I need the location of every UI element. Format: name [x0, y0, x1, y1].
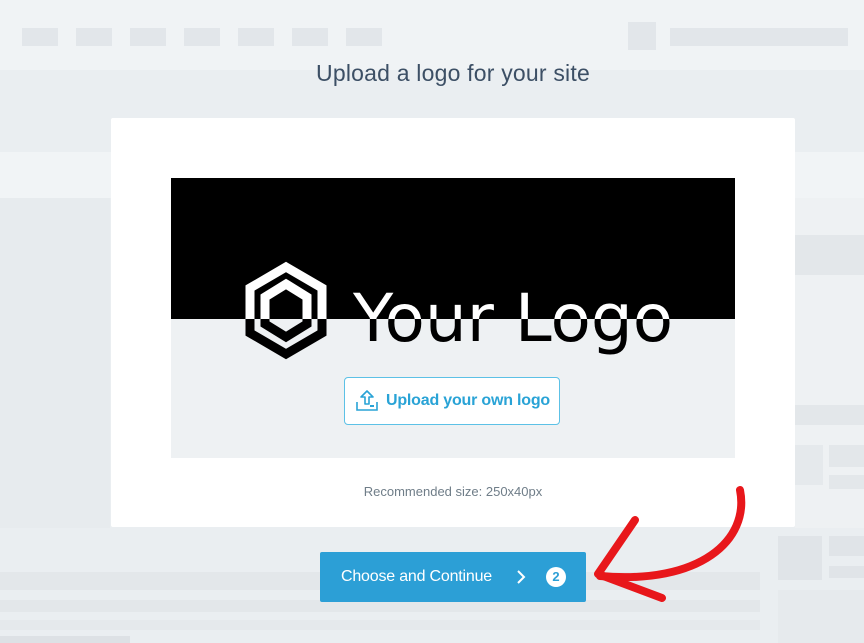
background-nav-block: [22, 28, 58, 46]
background-nav-block: [184, 28, 220, 46]
background-row: [0, 620, 760, 630]
background-block: [829, 445, 864, 467]
onboarding-page: Upload a logo for your site Your Logo Yo…: [0, 0, 864, 643]
logo-preview: Your Logo Your Logo Upload your own logo: [171, 178, 735, 458]
upload-logo-button[interactable]: Upload your own logo: [344, 377, 560, 425]
background-block: [795, 445, 823, 485]
red-arrow-icon: [594, 486, 746, 602]
background-left-panel: [0, 198, 110, 528]
background-nav-block: [238, 28, 274, 46]
continue-label: Choose and Continue: [341, 568, 492, 585]
upload-logo-label: Upload your own logo: [386, 392, 550, 409]
page-title: Upload a logo for your site: [316, 60, 590, 86]
background-block: [829, 475, 864, 489]
background-nav-block: [76, 28, 112, 46]
background-square: [628, 22, 656, 50]
background-block: [778, 590, 864, 643]
background-nav-block: [130, 28, 166, 46]
upload-icon: [356, 390, 378, 411]
background-block: [778, 536, 822, 580]
background-nav-block: [346, 28, 382, 46]
background-nav-block: [292, 28, 328, 46]
chevron-right-icon: [517, 570, 526, 584]
background-block: [795, 235, 864, 275]
step-badge: 2: [546, 567, 566, 587]
background-block: [829, 566, 864, 578]
choose-and-continue-button[interactable]: Choose and Continue 2: [320, 552, 586, 602]
background-block: [795, 405, 864, 425]
background-row: [0, 636, 130, 643]
background-block: [829, 536, 864, 556]
logo-card: Your Logo Your Logo Upload your own logo…: [111, 118, 795, 527]
background-search-bar: [670, 28, 848, 46]
